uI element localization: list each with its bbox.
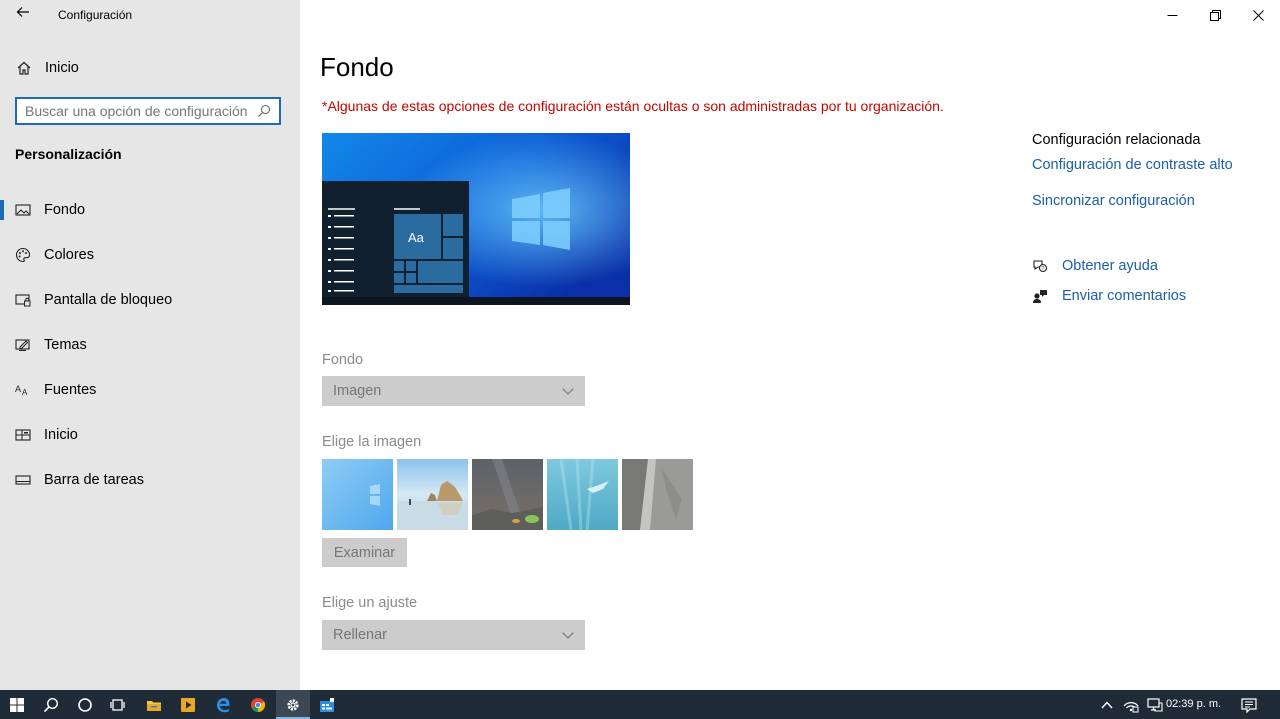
app-button[interactable] [310,690,344,719]
taskbar-clock[interactable]: 02:39 p. m. [1166,690,1221,719]
close-button[interactable] [1235,0,1280,30]
search-box[interactable] [15,97,281,125]
fit-label: Elige un ajuste [322,595,418,611]
fit-dropdown[interactable]: Rellenar [322,620,585,650]
related-heading: Configuración relacionada [1032,132,1201,148]
sidebar-item-barra-de-tareas[interactable]: Barra de tareas [0,460,300,500]
sidebar-item-inicio[interactable]: Inicio [0,415,300,455]
thumbnail-windows-light[interactable] [322,459,393,530]
window-title: Configuración [58,8,133,22]
thumbnail-rock-cliff[interactable] [622,459,693,530]
desktop-preview: Aa [322,133,630,305]
sidebar-item-label: Pantalla de bloqueo [44,292,173,308]
section-title: Personalización [15,146,122,162]
media-player-button[interactable] [171,690,205,719]
sidebar-item-label: Fondo [44,202,86,218]
sync-settings-link[interactable]: Sincronizar configuración [1032,193,1233,209]
app-icon [320,697,334,712]
chevron-down-icon [562,632,574,639]
sidebar-item-label: Temas [44,337,87,353]
chrome-icon [251,697,266,712]
thumbnail-night-sky[interactable] [472,459,543,530]
svg-text:?: ? [1041,266,1044,272]
cortana-icon [78,697,92,712]
send-feedback-link[interactable]: Enviar comentarios [1062,288,1186,304]
media-player-icon [181,697,195,712]
minimize-button[interactable] [1149,0,1195,30]
taskbar-search-button[interactable] [34,690,68,719]
fit-dropdown-value: Rellenar [333,627,387,643]
fonts-icon: AA [15,384,28,397]
send-feedback-row[interactable]: Enviar comentarios [1032,288,1186,304]
edge-icon [217,697,230,712]
picture-icon [15,204,31,216]
feedback-person-icon [1033,290,1047,303]
sidebar-home-label: Inicio [45,60,79,76]
related-settings: Configuración relacionada Configuración … [1032,132,1233,209]
sidebar-item-label: Barra de tareas [44,472,144,488]
taskbar: 02:39 p. m. [0,690,1280,719]
minimize-icon [1167,14,1177,16]
cortana-button[interactable] [68,690,102,719]
high-contrast-link[interactable]: Configuración de contraste alto [1032,157,1233,173]
background-label: Fondo [322,352,364,368]
start-layout-icon [15,429,31,441]
sidebar-item-label: Inicio [44,427,78,443]
chevron-up-icon [1101,700,1113,708]
sidebar-item-label: Fuentes [44,382,97,398]
notification-icon [1241,697,1257,713]
file-explorer-icon [147,700,161,711]
home-icon [17,61,31,75]
chevron-down-icon [562,388,574,395]
taskbar-icon [15,475,31,485]
search-icon [43,697,59,712]
settings-icon [287,698,299,711]
get-help-row[interactable]: ? Obtener ayuda [1032,258,1158,274]
edge-button[interactable] [206,690,240,719]
settings-button[interactable] [276,690,310,719]
restore-button[interactable] [1192,0,1238,30]
preview-sample-text: Aa [408,230,425,245]
svg-text:A: A [15,384,21,394]
sidebar-item-pantalla-de-bloqueo[interactable]: Pantalla de bloqueo [0,280,300,320]
sidebar-item-temas[interactable]: Temas [0,325,300,365]
lock-screen-icon [15,294,31,307]
palette-icon [15,247,31,263]
search-icon[interactable] [257,104,271,118]
display-tray-button[interactable] [1141,690,1169,719]
restore-icon [1209,9,1221,21]
start-button[interactable] [0,690,34,719]
get-help-link[interactable]: Obtener ayuda [1062,258,1158,274]
back-arrow-icon[interactable] [12,4,34,26]
sidebar: Configuración Inicio Personalización Fon… [0,0,300,690]
task-view-button[interactable] [101,690,135,719]
background-dropdown[interactable]: Imagen [322,376,585,406]
page-title: Fondo [320,52,394,82]
sidebar-item-fondo[interactable]: Fondo [0,190,300,230]
close-icon [1252,9,1264,21]
search-input[interactable] [17,100,257,122]
file-explorer-button[interactable] [137,690,171,719]
task-view-icon [110,698,125,711]
thumbnail-underwater[interactable] [547,459,618,530]
image-thumbnails [322,459,693,530]
browse-button[interactable]: Examinar [322,538,407,567]
help-chat-icon: ? [1033,260,1048,273]
sidebar-home[interactable]: Inicio [16,56,79,80]
policy-warning: *Algunas de estas opciones de configurac… [322,98,944,114]
choose-image-label: Elige la imagen [322,434,422,450]
display-icon [1147,697,1163,712]
background-dropdown-value: Imagen [333,383,382,399]
thumbnail-beach-rocks[interactable] [397,459,468,530]
themes-icon [15,339,30,351]
action-center-button[interactable] [1232,690,1266,719]
windows-start-icon [10,697,24,712]
sidebar-item-colores[interactable]: Colores [0,235,300,275]
sidebar-item-label: Colores [44,247,94,263]
chrome-button[interactable] [241,690,275,719]
svg-text:A: A [22,388,28,397]
network-icon [1123,701,1139,712]
sidebar-item-fuentes[interactable]: AA Fuentes [0,370,300,410]
